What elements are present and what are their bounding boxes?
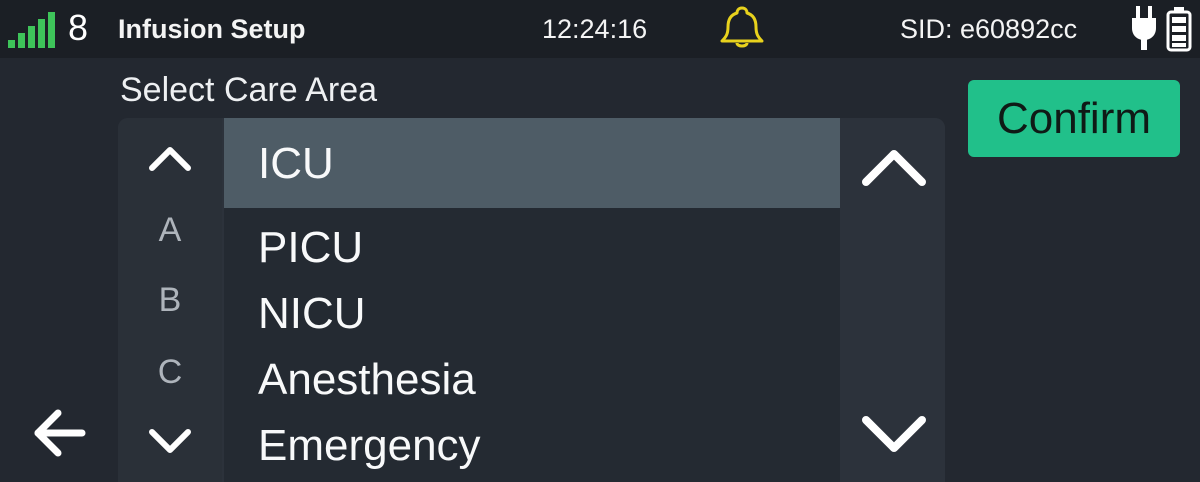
battery-icon xyxy=(1166,7,1192,52)
list-item-picu[interactable]: PICU xyxy=(224,216,840,280)
page-title: Select Care Area xyxy=(120,71,378,109)
alpha-letter-a[interactable]: A xyxy=(118,210,222,250)
signal-count: 8 xyxy=(68,7,89,48)
scroll-down-icon[interactable] xyxy=(856,406,932,462)
signal-bars-icon xyxy=(8,12,60,48)
confirm-button[interactable]: Confirm xyxy=(968,80,1180,157)
alpha-up-icon[interactable] xyxy=(140,134,200,184)
status-bar: 8 Infusion Setup 12:24:16 SID: e60892cc xyxy=(0,0,1200,58)
scroll-up-icon[interactable] xyxy=(856,140,932,196)
list-item-nicu[interactable]: NICU xyxy=(224,282,840,346)
power-plug-icon xyxy=(1132,6,1192,52)
list-item-emergency[interactable]: Emergency xyxy=(224,414,840,478)
alpha-index: A B C xyxy=(118,118,222,482)
clock: 12:24:16 xyxy=(542,14,648,44)
list-item-anesthesia[interactable]: Anesthesia xyxy=(224,348,840,412)
alpha-down-icon[interactable] xyxy=(140,416,200,466)
session-id: SID: e60892cc xyxy=(900,14,1078,44)
care-area-picker: A B C ICU PICU NICU Anesthesia Emergency xyxy=(118,118,945,482)
alpha-letter-b[interactable]: B xyxy=(118,280,222,320)
care-area-list: ICU PICU NICU Anesthesia Emergency xyxy=(224,118,840,482)
bell-icon[interactable] xyxy=(716,4,768,50)
app-title: Infusion Setup xyxy=(118,14,306,44)
scroll-column xyxy=(842,118,945,482)
alpha-letter-c[interactable]: C xyxy=(118,352,222,392)
back-arrow-icon[interactable] xyxy=(28,404,90,462)
list-item-icu[interactable]: ICU xyxy=(224,118,840,208)
